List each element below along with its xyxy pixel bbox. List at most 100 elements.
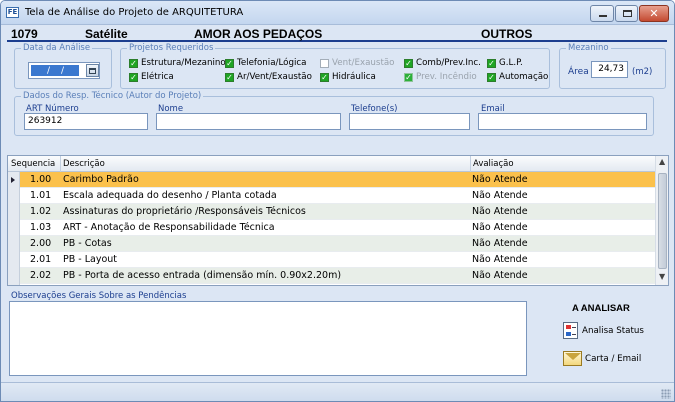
checkbox-eletrica[interactable]: ✓ Elétrica <box>129 72 174 82</box>
cell-sequencia: 1.01 <box>30 190 52 201</box>
projetos-group: Projetos Requeridos ✓ Estrutura/Mezanino … <box>120 43 550 89</box>
table-row[interactable]: 1.02 Assinaturas do proprietário /Respon… <box>8 204 655 220</box>
project-number: 1079 <box>11 27 38 41</box>
email-input[interactable] <box>478 113 647 130</box>
status-report-icon <box>563 322 578 339</box>
cell-descricao: Escala adequada do desenho / Planta cota… <box>63 190 277 201</box>
column-sequencia[interactable]: Sequencia <box>11 159 55 169</box>
area-label: Área <box>568 67 589 77</box>
cell-descricao: Assinaturas do proprietário /Responsávei… <box>63 206 306 217</box>
maximize-button[interactable] <box>615 5 638 22</box>
checkbox-label: Hidráulica <box>332 72 376 82</box>
cell-avaliacao: Não Atende <box>472 190 528 201</box>
table-row[interactable]: 2.00 PB - Cotas Não Atende <box>8 236 655 252</box>
envelope-icon <box>563 351 582 366</box>
cell-avaliacao: Não Atende <box>472 174 528 185</box>
project-header: 1079 Satélite AMOR AOS PEDAÇOS OUTROS <box>7 26 667 42</box>
observacoes-textarea[interactable] <box>9 301 527 376</box>
mezanino-title: Mezanino <box>566 43 611 53</box>
calendar-button[interactable] <box>86 64 99 77</box>
scroll-down-icon[interactable]: ▼ <box>659 272 665 281</box>
date-analise-input[interactable]: / / <box>28 62 100 79</box>
check-icon: ✓ <box>129 58 138 68</box>
checkbox-label: Estrutura/Mezanino <box>141 58 226 68</box>
art-number-input[interactable]: 263912 <box>24 113 148 130</box>
grid-header: Sequencia Descrição Avaliação <box>8 156 668 172</box>
table-row[interactable]: 1.03 ART - Anotação de Responsabilidade … <box>8 220 655 236</box>
check-icon: ✓ <box>404 72 413 82</box>
maximize-icon <box>623 10 632 17</box>
close-button[interactable]: ✕ <box>639 5 669 22</box>
analisa-status-button[interactable]: Analisa Status <box>563 322 644 339</box>
cell-descricao: ART - Anotação de Responsabilidade Técni… <box>63 222 275 233</box>
cell-descricao: PB - Porta de acesso entrada (dimensão m… <box>63 270 342 281</box>
check-icon: ✓ <box>404 58 413 68</box>
cell-sequencia: 2.00 <box>30 238 52 249</box>
cell-sequencia: 1.02 <box>30 206 52 217</box>
checkbox-estrutura[interactable]: ✓ Estrutura/Mezanino <box>129 58 226 68</box>
checkbox-label: Automação <box>499 72 549 82</box>
project-category: OUTROS <box>481 27 533 41</box>
checkbox-glp[interactable]: ✓ G.L.P. <box>487 58 523 68</box>
project-name: AMOR AOS PEDAÇOS <box>194 27 323 41</box>
scroll-up-icon[interactable]: ▲ <box>659 157 665 166</box>
date-separator: / <box>61 66 65 76</box>
cell-avaliacao: Não Atende <box>472 270 528 281</box>
date-selection: / / <box>31 65 79 76</box>
area-unit: (m2) <box>632 67 653 77</box>
telefone-input[interactable] <box>349 113 470 130</box>
analisa-status-label: Analisa Status <box>582 325 644 336</box>
data-analise-title: Data da Análise <box>21 43 93 53</box>
row-indicator-column <box>8 172 20 285</box>
cell-descricao: PB - Cotas <box>63 238 112 249</box>
scrollbar-thumb[interactable] <box>658 173 667 269</box>
check-icon: ✓ <box>320 72 329 82</box>
area-input[interactable]: 24,73 <box>591 61 628 78</box>
calendar-icon <box>89 68 96 74</box>
table-row[interactable]: 1.00 Carimbo Padrão Não Atende <box>8 172 655 188</box>
checkbox-vent-exaustao[interactable]: Vent/Exaustão <box>320 58 394 68</box>
table-row[interactable]: 1.01 Escala adequada do desenho / Planta… <box>8 188 655 204</box>
checkbox-automacao[interactable]: ✓ Automação <box>487 72 548 82</box>
date-separator: / <box>47 66 51 76</box>
check-icon: ✓ <box>129 72 138 82</box>
cell-sequencia: 1.00 <box>30 174 52 185</box>
nome-input[interactable] <box>156 113 341 130</box>
column-avaliacao[interactable]: Avaliação <box>473 159 514 169</box>
observacoes-label: Observações Gerais Sobre as Pendências <box>11 291 187 301</box>
check-icon: ✓ <box>487 58 496 68</box>
check-icon: ✓ <box>225 58 234 68</box>
projetos-title: Projetos Requeridos <box>127 43 216 53</box>
window-title: Tela de Análise do Projeto de ARQUITETUR… <box>25 7 244 18</box>
cell-sequencia: 2.02 <box>30 270 52 281</box>
check-icon: ✓ <box>225 72 234 82</box>
checkbox-hidraulica[interactable]: ✓ Hidráulica <box>320 72 376 82</box>
table-row[interactable]: 2.02 PB - Porta de acesso entrada (dimen… <box>8 268 655 284</box>
minimize-icon <box>599 15 607 17</box>
resize-grip-icon[interactable] <box>661 389 671 399</box>
cell-avaliacao: Não Atende <box>472 238 528 249</box>
mezanino-group: Mezanino Área 24,73 (m2) <box>559 43 666 89</box>
title-bar[interactable]: FE Tela de Análise do Projeto de ARQUITE… <box>1 1 674 25</box>
checkbox-label: Elétrica <box>141 72 174 82</box>
checkbox-label: Comb/Prev.Inc. <box>416 58 481 68</box>
evaluation-grid: Sequencia Descrição Avaliação 1.00 Carim… <box>7 155 669 286</box>
checkbox-label: Ar/Vent/Exaustão <box>237 72 312 82</box>
cell-sequencia: 1.03 <box>30 222 52 233</box>
cell-descricao: PB - Layout <box>63 254 118 265</box>
minimize-button[interactable] <box>590 5 614 22</box>
app-icon: FE <box>6 7 19 18</box>
checkbox-comb-prev[interactable]: ✓ Comb/Prev.Inc. <box>404 58 481 68</box>
grid-vertical-scrollbar[interactable]: ▲ ▼ <box>655 156 668 285</box>
table-row[interactable]: 2.01 PB - Layout Não Atende <box>8 252 655 268</box>
checkbox-prev-incendio[interactable]: ✓ Prev. Incêndio <box>404 72 477 82</box>
checkbox-label: Prev. Incêndio <box>416 72 477 82</box>
checkbox-telefonia[interactable]: ✓ Telefonia/Lógica <box>225 58 307 68</box>
checkbox-ar-vent[interactable]: ✓ Ar/Vent/Exaustão <box>225 72 312 82</box>
actions-title: A ANALISAR <box>572 303 630 314</box>
cell-avaliacao: Não Atende <box>472 254 528 265</box>
checkbox-label: Vent/Exaustão <box>332 58 395 68</box>
carta-email-button[interactable]: Carta / Email <box>563 351 641 366</box>
column-descricao[interactable]: Descrição <box>63 159 105 169</box>
checkbox-label: G.L.P. <box>499 58 523 68</box>
